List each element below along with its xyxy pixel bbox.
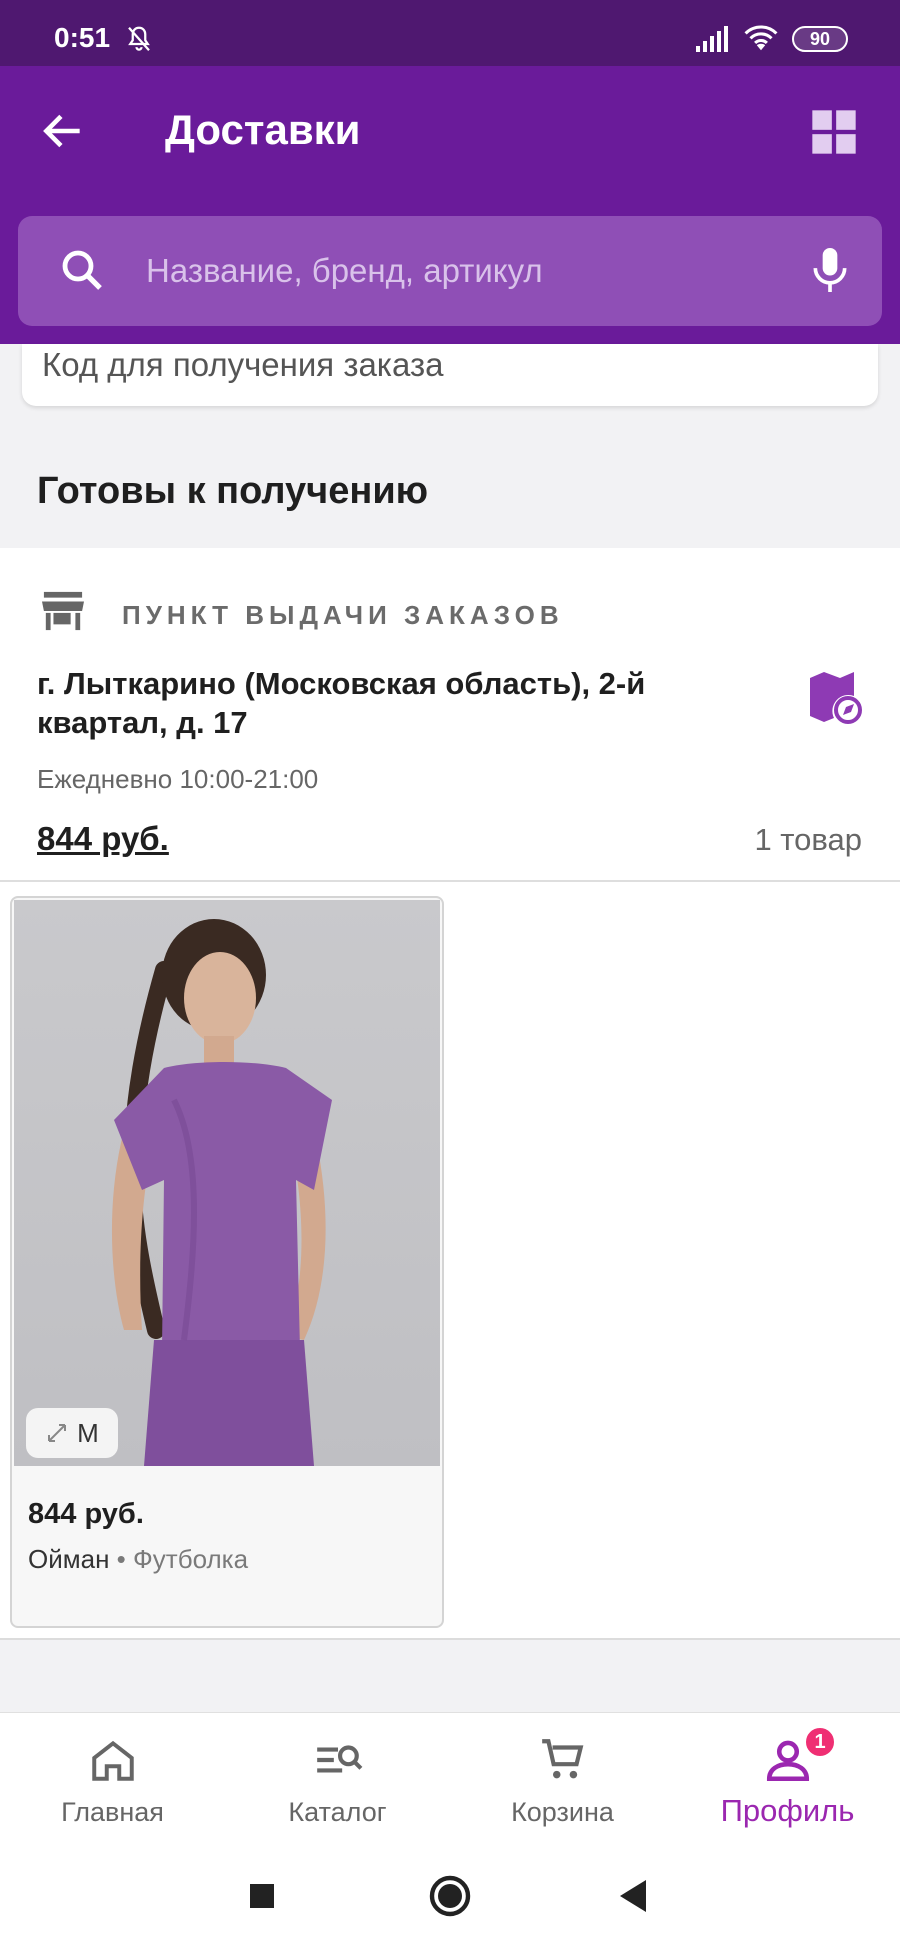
product-price: 844 руб. xyxy=(28,1498,144,1530)
app-bar: Доставки Название, бренд, артикул xyxy=(0,66,900,344)
nav-label-home: Главная xyxy=(61,1797,164,1827)
signal-icon xyxy=(696,26,728,52)
home-icon xyxy=(92,1740,134,1781)
map-compass-icon[interactable] xyxy=(806,670,862,726)
cart-icon xyxy=(542,1739,584,1779)
nav-label-catalog: Каталог xyxy=(288,1797,387,1827)
search-input[interactable]: Название, бренд, артикул xyxy=(18,216,882,326)
grid-view-icon[interactable] xyxy=(808,106,860,158)
product-brand: Ойман xyxy=(28,1544,110,1574)
status-bar: 0:51 90 xyxy=(0,0,900,66)
home-button-icon[interactable] xyxy=(426,1872,474,1920)
recent-apps-icon[interactable] xyxy=(238,1872,286,1920)
search-icon xyxy=(62,250,102,290)
order-code-card[interactable]: Код для получения заказа xyxy=(22,344,878,406)
section-title: Готовы к получению xyxy=(37,470,429,512)
item-count: 1 товар xyxy=(754,822,862,857)
nav-item-catalog[interactable]: Каталог xyxy=(225,1713,450,1843)
working-hours: Ежедневно 10:00-21:00 xyxy=(37,764,319,794)
search-placeholder: Название, бренд, артикул xyxy=(146,252,543,289)
product-card[interactable]: M 844 руб. Ойман • Футболка xyxy=(10,896,444,1628)
product-category: Футболка xyxy=(133,1544,249,1574)
catalog-search-icon xyxy=(317,1745,363,1773)
page-title: Доставки xyxy=(165,106,361,153)
pickup-address: г. Лыткарино (Московская область), 2-й к… xyxy=(37,666,646,740)
pickup-point-label: ПУНКТ ВЫДАЧИ ЗАКАЗОВ xyxy=(122,600,564,630)
wifi-icon xyxy=(744,25,778,51)
back-arrow-icon[interactable] xyxy=(38,106,88,156)
system-navigation-bar xyxy=(0,1842,900,1950)
notification-badge: 1 xyxy=(803,1725,837,1759)
resize-arrows-icon xyxy=(48,1424,67,1442)
status-time: 0:51 xyxy=(54,22,111,53)
nav-label-profile: Профиль xyxy=(720,1793,855,1828)
order-total[interactable]: 844 руб. xyxy=(37,820,169,858)
size-label: M xyxy=(77,1417,99,1448)
product-photo-illustration xyxy=(111,919,332,1466)
size-chip[interactable]: M xyxy=(26,1408,118,1458)
divider xyxy=(0,880,900,882)
separator: • xyxy=(109,1544,134,1574)
nav-label-cart: Корзина xyxy=(511,1797,614,1827)
bell-off-icon xyxy=(128,26,150,51)
system-back-icon[interactable] xyxy=(610,1872,658,1920)
store-icon xyxy=(42,591,84,631)
bottom-navigation: Главная Каталог Корзина 1 Профиль xyxy=(0,1712,900,1842)
microphone-icon[interactable] xyxy=(808,244,852,296)
product-description: Ойман • Футболка xyxy=(28,1544,248,1575)
nav-item-cart[interactable]: Корзина xyxy=(450,1713,675,1843)
nav-item-profile[interactable]: 1 Профиль xyxy=(675,1713,900,1843)
product-image[interactable]: M xyxy=(14,900,440,1466)
status-indicators: 90 xyxy=(696,24,848,54)
delivery-block: ПУНКТ ВЫДАЧИ ЗАКАЗОВ г. Лыткарино (Моско… xyxy=(0,548,900,1640)
order-code-label: Код для получения заказа xyxy=(42,346,444,383)
nav-item-home[interactable]: Главная xyxy=(0,1713,225,1843)
battery-indicator: 90 xyxy=(792,26,848,52)
